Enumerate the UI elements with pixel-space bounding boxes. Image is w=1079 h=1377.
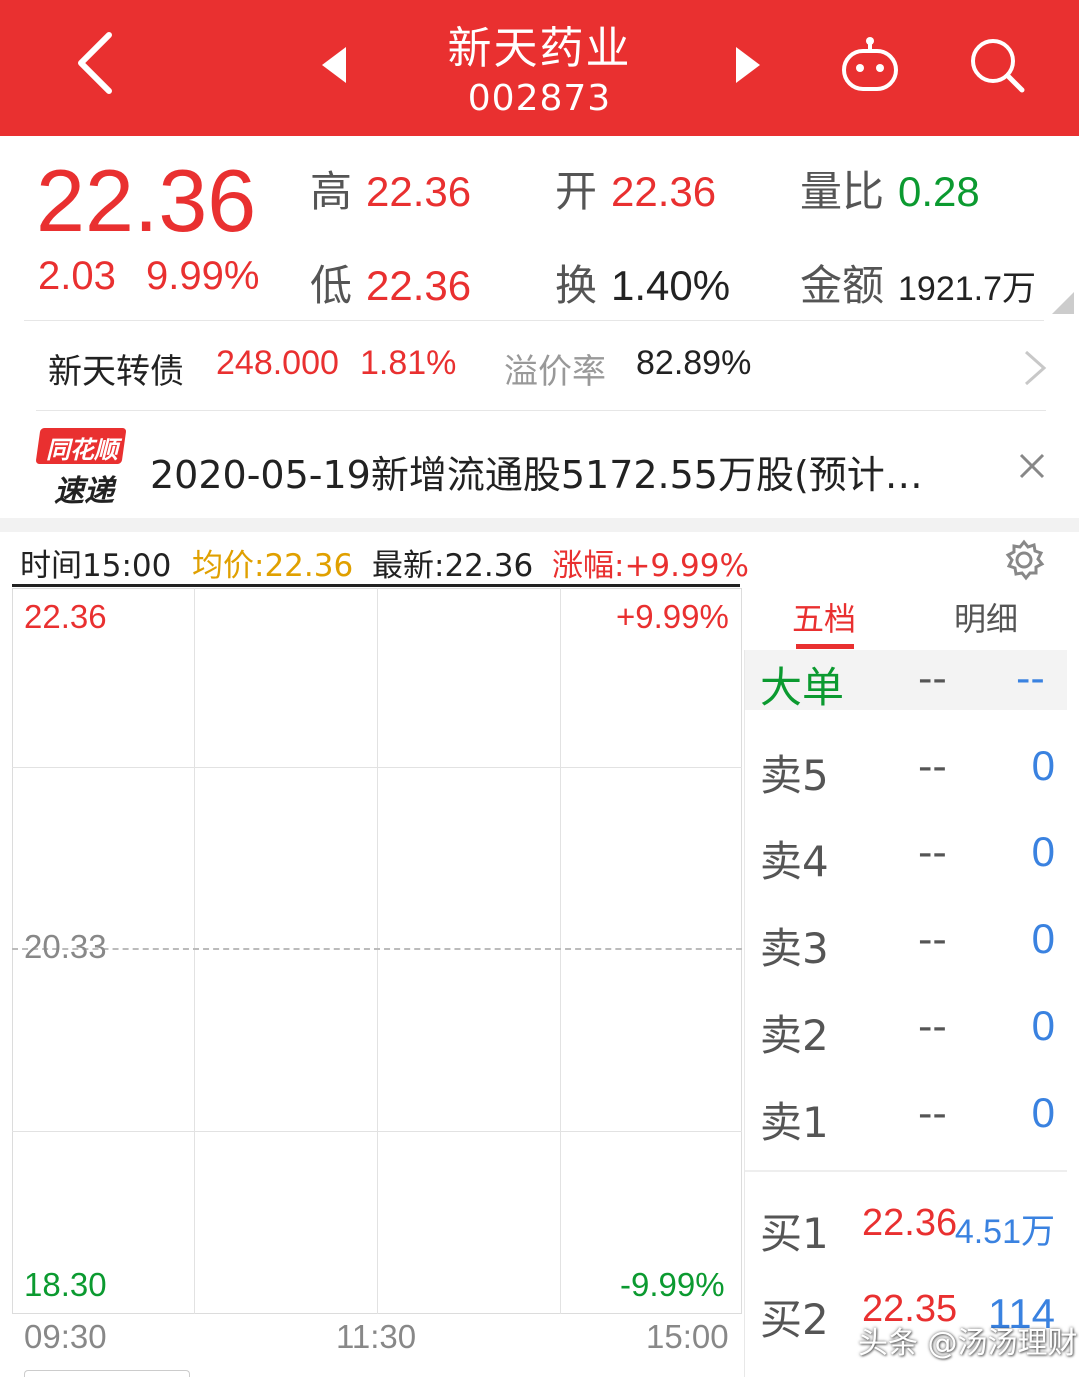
x-tick-mid: 11:30 [336, 1318, 417, 1355]
high-label: 高 [310, 167, 353, 216]
orderbook-border [744, 650, 745, 1377]
sell-level-volume: 0 [1031, 742, 1055, 789]
sell-level-label: 卖2 [760, 1011, 829, 1060]
big-order-col2: -- [1016, 656, 1045, 702]
tab-details[interactable]: 明细 [954, 594, 1018, 640]
low-label: 低 [310, 261, 353, 310]
sell-level-label: 卖4 [760, 837, 829, 886]
prev-close-line [12, 948, 742, 950]
y-tick-mid: 20.33 [24, 928, 107, 965]
price-change-pct: 9.99% [146, 254, 260, 298]
amount-label: 金额 [800, 261, 885, 310]
sell-level-volume: 0 [1031, 828, 1055, 875]
premium-label: 溢价率 [504, 352, 606, 392]
turnover-label: 换 [555, 261, 598, 310]
chart-top-border [12, 584, 740, 587]
stock-name: 新天药业 [447, 23, 632, 74]
stock-code: 002873 [467, 78, 612, 119]
turnover-stat: 换 1.40% [555, 252, 730, 313]
tab-five-levels[interactable]: 五档 [792, 594, 856, 640]
section-gap [0, 518, 1079, 532]
sell-level-price: -- [918, 917, 947, 963]
grid-hline [12, 1131, 742, 1132]
news-text: 2020-05-19新增流通股5172.55万股(预计… [150, 453, 923, 497]
amount-stat: 金额 1921.7万 [800, 252, 1036, 313]
bond-price: 248.000 [216, 344, 339, 382]
sell-level-price: -- [918, 1091, 947, 1137]
volume-ratio-value: 0.28 [898, 168, 980, 215]
volume-panel-edge [24, 1370, 190, 1377]
y-tick-top: 22.36 [24, 598, 107, 635]
bond-name: 新天转债 [48, 352, 184, 392]
x-tick-close: 15:00 [646, 1318, 729, 1355]
amount-value: 1921.7万 [898, 270, 1037, 308]
grid-vline [560, 588, 561, 1314]
next-stock-button[interactable] [722, 40, 772, 90]
chevron-right-icon [1025, 350, 1047, 386]
buy-level-label: 买2 [760, 1295, 829, 1344]
big-order-col1: -- [918, 656, 947, 702]
price-change: 2.03 [38, 254, 116, 298]
latest-price-info: 最新:22.36 [372, 548, 534, 584]
sell-level-volume: 0 [1031, 915, 1055, 962]
settings-gear-icon[interactable] [1002, 538, 1046, 582]
expand-corner-icon[interactable] [1052, 292, 1074, 314]
high-stat: 高 22.36 [310, 158, 471, 219]
orderbook-separator [745, 1170, 1067, 1172]
open-label: 开 [555, 167, 598, 216]
grid-hline [12, 767, 742, 768]
robot-assistant-button[interactable] [832, 30, 908, 100]
big-order-label: 大单 [760, 663, 845, 712]
next-triangle-icon [736, 47, 760, 83]
low-stat: 低 22.36 [310, 252, 471, 313]
y-right-tick-bottom: -9.99% [620, 1266, 725, 1303]
search-button[interactable] [962, 30, 1032, 100]
buy-level-volume: 4.51万 [954, 1213, 1055, 1251]
sell-level-price: -- [918, 830, 947, 876]
avg-price-info: 均价:22.36 [192, 548, 354, 584]
y-tick-bottom: 18.30 [24, 1266, 107, 1303]
tonghuashun-logo: 同花顺 速递 [35, 428, 128, 509]
volume-ratio-stat: 量比 0.28 [800, 158, 980, 219]
search-icon [971, 39, 1025, 93]
grid-vline [377, 588, 378, 1314]
sell-level-volume: 0 [1031, 1002, 1055, 1049]
sell-level-volume: 0 [1031, 1089, 1055, 1136]
watermark: 头条 @汤汤理财 [858, 1326, 1078, 1361]
time-info: 时间15:00 [20, 548, 172, 584]
buy-level-label: 买1 [760, 1209, 829, 1258]
turnover-value: 1.40% [611, 262, 731, 309]
premium-value: 82.89% [636, 344, 752, 382]
sell-level-label: 卖3 [760, 924, 829, 973]
divider [36, 410, 1046, 411]
sell-level-label: 卖5 [760, 751, 829, 800]
volume-ratio-label: 量比 [800, 167, 885, 216]
sell-level-price: -- [918, 744, 947, 790]
active-tab-indicator [796, 644, 854, 649]
sell-level-label: 卖1 [760, 1098, 829, 1147]
bond-pct: 1.81% [360, 344, 457, 382]
robot-icon [842, 37, 898, 91]
rise-pct-info: 涨幅:+9.99% [552, 548, 749, 584]
open-value: 22.36 [611, 168, 717, 215]
buy-level-price: 22.36 [862, 1202, 958, 1244]
top-nav-bar: 新天药业 002873 [0, 0, 1079, 136]
high-value: 22.36 [366, 168, 472, 215]
current-price: 22.36 [36, 151, 257, 250]
close-icon[interactable] [1018, 452, 1046, 480]
sell-level-price: -- [918, 1004, 947, 1050]
grid-vline [194, 588, 195, 1314]
divider [24, 320, 1044, 321]
open-stat: 开 22.36 [555, 158, 716, 219]
x-tick-open: 09:30 [24, 1318, 107, 1355]
y-right-tick-top: +9.99% [616, 598, 729, 635]
low-value: 22.36 [366, 262, 472, 309]
